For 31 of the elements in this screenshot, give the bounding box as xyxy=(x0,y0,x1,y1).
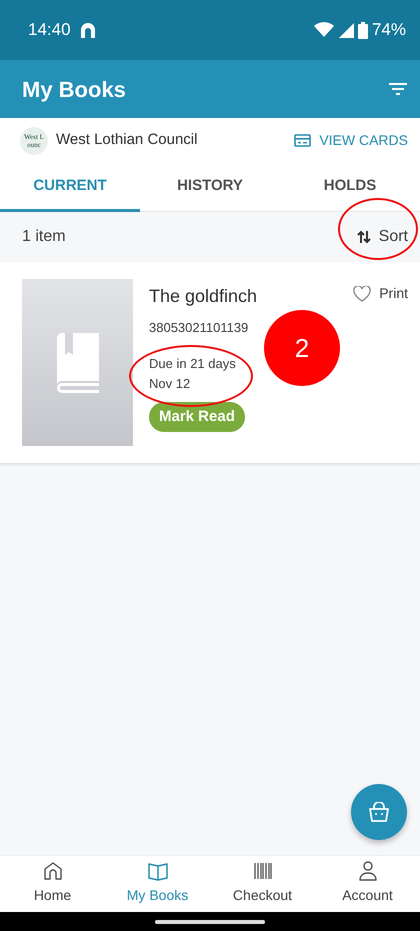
battery-icon xyxy=(358,22,368,38)
battery-level: 74% xyxy=(372,19,406,42)
basket-button[interactable] xyxy=(351,784,407,840)
barcode-icon xyxy=(252,860,274,882)
tab[interactable]: HOLDS xyxy=(280,163,420,212)
wifi-icon xyxy=(314,22,334,38)
item-count: 1 item xyxy=(22,227,66,247)
screen-title: My Books xyxy=(22,76,126,104)
basket-icon xyxy=(368,802,390,822)
view-cards-button[interactable]: VIEW CARDS xyxy=(294,130,408,151)
annotation-number: 2 xyxy=(264,310,340,386)
library-name: West Lothian Council xyxy=(56,130,198,150)
card-icon xyxy=(294,134,312,147)
sort-icon xyxy=(356,230,371,244)
print-button[interactable]: Print xyxy=(353,283,408,304)
filter-button[interactable] xyxy=(388,81,408,97)
barcode-number: 38053021101139 xyxy=(149,319,250,337)
nav-tab[interactable]: Home xyxy=(0,856,105,912)
person-icon xyxy=(356,860,378,882)
home-icon xyxy=(42,860,64,882)
nav-tab[interactable]: My Books xyxy=(105,856,210,912)
tab[interactable]: CURRENT xyxy=(0,163,140,212)
due-date: Due in 21 days Nov 12 xyxy=(149,354,236,392)
book-title: The goldfinch xyxy=(149,285,258,308)
sort-button[interactable]: Sort xyxy=(356,225,408,249)
tab[interactable]: HISTORY xyxy=(140,163,280,212)
home-icon xyxy=(78,21,97,39)
nav-tab[interactable]: Account xyxy=(315,856,420,912)
signal-icon xyxy=(338,22,354,38)
status-time: 14:40 xyxy=(28,19,71,42)
nav-tab[interactable]: Checkout xyxy=(210,856,315,912)
